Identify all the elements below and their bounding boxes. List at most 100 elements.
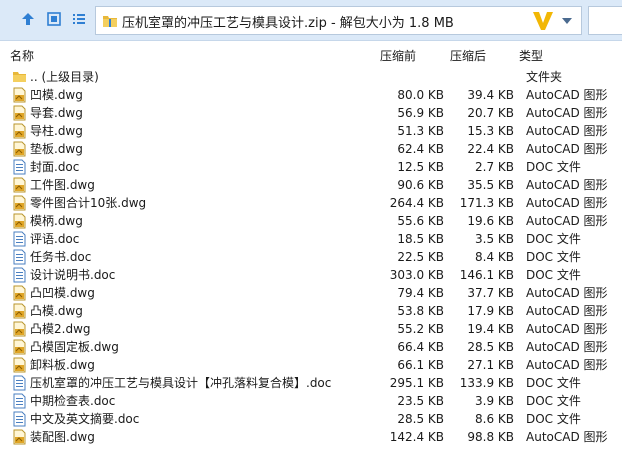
column-type[interactable]: 类型 <box>519 47 543 64</box>
original-size: 98.8 KB <box>467 430 514 444</box>
file-row[interactable]: 凸模固定板.dwg 66.4 KB 28.5 KB AutoCAD 图形 <box>0 338 622 356</box>
file-row[interactable]: 导柱.dwg 51.3 KB 15.3 KB AutoCAD 图形 <box>0 122 622 140</box>
file-name: 导柱.dwg <box>30 124 83 138</box>
original-size: 22.4 KB <box>467 142 514 156</box>
file-name: 设计说明书.doc <box>30 268 116 282</box>
list-view-icon <box>73 14 85 24</box>
file-type: DOC 文件 <box>526 376 581 390</box>
file-row[interactable]: 凸凹模.dwg 79.4 KB 37.7 KB AutoCAD 图形 <box>0 284 622 302</box>
original-size: 3.9 KB <box>475 394 514 408</box>
toolbar: 压机室罩的冲压工艺与模具设计.zip - 解包大小为 1.8 MB <box>0 0 622 41</box>
file-row[interactable]: 卸料板.dwg 66.1 KB 27.1 KB AutoCAD 图形 <box>0 356 622 374</box>
compressed-size: 18.5 KB <box>397 232 444 246</box>
file-row[interactable]: 中文及英文摘要.doc 28.5 KB 8.6 KB DOC 文件 <box>0 410 622 428</box>
file-row[interactable]: 凸模2.dwg 55.2 KB 19.4 KB AutoCAD 图形 <box>0 320 622 338</box>
file-type: DOC 文件 <box>526 412 581 426</box>
file-name: 凸凹模.dwg <box>30 286 95 300</box>
file-row[interactable]: 凸模.dwg 53.8 KB 17.9 KB AutoCAD 图形 <box>0 302 622 320</box>
file-type: AutoCAD 图形 <box>526 322 608 336</box>
dwg-file-icon <box>12 141 27 157</box>
dwg-file-icon <box>12 177 27 193</box>
original-size: 3.5 KB <box>475 232 514 246</box>
original-size: 19.4 KB <box>467 322 514 336</box>
file-row[interactable]: 装配图.dwg 142.4 KB 98.8 KB AutoCAD 图形 <box>0 428 622 446</box>
dwg-file-icon <box>12 285 27 301</box>
dwg-file-icon <box>12 213 27 229</box>
file-row[interactable]: 封面.doc 12.5 KB 2.7 KB DOC 文件 <box>0 158 622 176</box>
file-type: DOC 文件 <box>526 250 581 264</box>
compressed-size: 56.9 KB <box>397 106 444 120</box>
file-name: 凸模2.dwg <box>30 322 91 336</box>
dwg-file-icon <box>12 87 27 103</box>
file-row[interactable]: 模柄.dwg 55.6 KB 19.6 KB AutoCAD 图形 <box>0 212 622 230</box>
file-row[interactable]: 评语.doc 18.5 KB 3.5 KB DOC 文件 <box>0 230 622 248</box>
compressed-size: 53.8 KB <box>397 304 444 318</box>
compressed-size: 51.3 KB <box>397 124 444 138</box>
file-row[interactable]: .. (上级目录) 文件夹 <box>0 68 622 86</box>
search-input[interactable] <box>588 6 622 35</box>
file-name: 凸模固定板.dwg <box>30 340 119 354</box>
thumbnail-view-icon <box>47 12 61 26</box>
file-type: AutoCAD 图形 <box>526 124 608 138</box>
file-name: 卸料板.dwg <box>30 358 95 372</box>
file-name: 任务书.doc <box>30 250 92 264</box>
file-name: 装配图.dwg <box>30 430 95 444</box>
doc-file-icon <box>12 231 27 247</box>
file-type: AutoCAD 图形 <box>526 196 608 210</box>
file-row[interactable]: 任务书.doc 22.5 KB 8.4 KB DOC 文件 <box>0 248 622 266</box>
compressed-size: 142.4 KB <box>389 430 444 444</box>
original-size: 17.9 KB <box>467 304 514 318</box>
file-row[interactable]: 垫板.dwg 62.4 KB 22.4 KB AutoCAD 图形 <box>0 140 622 158</box>
doc-file-icon <box>12 375 27 391</box>
file-row[interactable]: 压机室罩的冲压工艺与模具设计【冲孔落料复合模】.doc 295.1 KB 133.9… <box>0 374 622 392</box>
file-name: 凹模.dwg <box>30 88 83 102</box>
file-type: AutoCAD 图形 <box>526 214 608 228</box>
original-size: 171.3 KB <box>459 196 514 210</box>
original-size: 19.6 KB <box>467 214 514 228</box>
compressed-size: 22.5 KB <box>397 250 444 264</box>
file-row[interactable]: 工件图.dwg 90.6 KB 35.5 KB AutoCAD 图形 <box>0 176 622 194</box>
compressed-size: 62.4 KB <box>397 142 444 156</box>
doc-file-icon <box>12 393 27 409</box>
original-size: 8.6 KB <box>475 412 514 426</box>
original-size: 28.5 KB <box>467 340 514 354</box>
original-size: 146.1 KB <box>459 268 514 282</box>
file-type: AutoCAD 图形 <box>526 430 608 444</box>
original-size: 20.7 KB <box>467 106 514 120</box>
chevron-down-icon[interactable] <box>561 16 573 26</box>
doc-file-icon <box>12 267 27 283</box>
file-row[interactable]: 零件图合计10张.dwg 264.4 KB 171.3 KB AutoCAD 图形 <box>0 194 622 212</box>
file-name: 零件图合计10张.dwg <box>30 196 147 210</box>
up-button[interactable] <box>17 8 39 30</box>
doc-file-icon <box>12 249 27 265</box>
address-bar[interactable]: 压机室罩的冲压工艺与模具设计.zip - 解包大小为 1.8 MB <box>95 6 582 35</box>
compressed-size: 303.0 KB <box>389 268 444 282</box>
file-name: 模柄.dwg <box>30 214 83 228</box>
compressed-size: 66.4 KB <box>397 340 444 354</box>
compressed-size: 90.6 KB <box>397 178 444 192</box>
original-size: 15.3 KB <box>467 124 514 138</box>
file-type: DOC 文件 <box>526 160 581 174</box>
file-name: .. (上级目录) <box>30 70 99 84</box>
compressed-size: 28.5 KB <box>397 412 444 426</box>
file-row[interactable]: 导套.dwg 56.9 KB 20.7 KB AutoCAD 图形 <box>0 104 622 122</box>
v-logo-icon <box>533 12 553 30</box>
file-row[interactable]: 设计说明书.doc 303.0 KB 146.1 KB DOC 文件 <box>0 266 622 284</box>
list-view-button[interactable] <box>68 8 90 30</box>
file-name: 凸模.dwg <box>30 304 83 318</box>
column-compressed[interactable]: 压缩前 <box>380 47 416 64</box>
compressed-size: 55.2 KB <box>397 322 444 336</box>
file-row[interactable]: 凹模.dwg 80.0 KB 39.4 KB AutoCAD 图形 <box>0 86 622 104</box>
original-size: 8.4 KB <box>475 250 514 264</box>
file-name: 压机室罩的冲压工艺与模具设计【冲孔落料复合模】.doc <box>30 376 332 390</box>
dwg-file-icon <box>12 123 27 139</box>
file-row[interactable]: 中期检查表.doc 23.5 KB 3.9 KB DOC 文件 <box>0 392 622 410</box>
column-name[interactable]: 名称 <box>10 47 34 64</box>
thumbnail-view-button[interactable] <box>43 8 65 30</box>
dwg-file-icon <box>12 303 27 319</box>
column-original[interactable]: 压缩后 <box>450 47 486 64</box>
doc-file-icon <box>12 159 27 175</box>
file-type: AutoCAD 图形 <box>526 142 608 156</box>
compressed-size: 295.1 KB <box>389 376 444 390</box>
file-type: AutoCAD 图形 <box>526 340 608 354</box>
